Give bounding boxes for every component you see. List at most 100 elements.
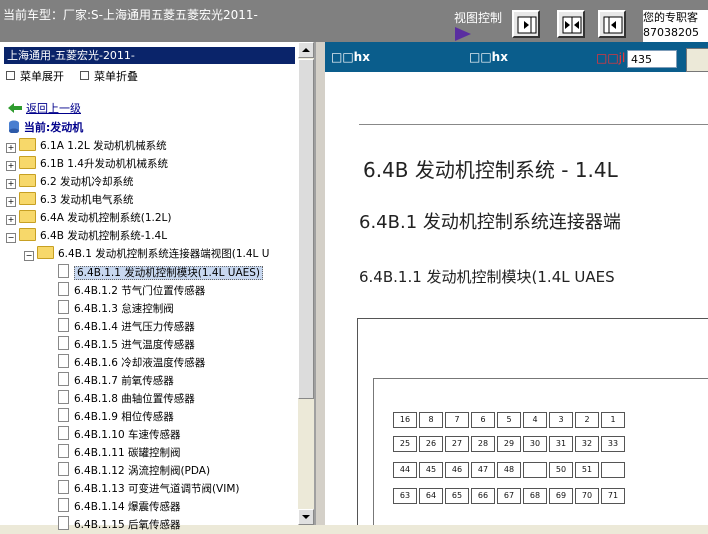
tree-item-6-4b-1-7[interactable]: 6.4B.1.7 前氧传感器: [58, 370, 174, 388]
connector-pin: 64: [419, 488, 443, 504]
tree-item-6-4b-1-4[interactable]: 6.4B.1.4 进气压力传感器: [58, 316, 195, 334]
back-link[interactable]: 返回上一级: [26, 102, 81, 115]
open-folder-icon: [19, 228, 36, 241]
tree-item-6-4b-1-11[interactable]: 6.4B.1.11 碳罐控制阀: [58, 442, 180, 460]
folder-icon: [19, 210, 36, 223]
go-button[interactable]: [686, 48, 708, 72]
connector-pin: 2: [575, 412, 599, 428]
tree-item-6-4b-1-10[interactable]: 6.4B.1.10 车速传感器: [58, 424, 180, 442]
scroll-up-icon: [302, 48, 310, 52]
tree-item-6-4b[interactable]: −6.4B 发动机控制系统-1.4L: [6, 226, 167, 244]
folder-icon: [19, 138, 36, 151]
tab-1[interactable]: □□hx: [331, 50, 370, 64]
tree-item-6-4b-1-9[interactable]: 6.4B.1.9 相位传感器: [58, 406, 174, 424]
vehicle-title: 当前车型：厂家:S-上海通用五菱五菱宏光2011-: [3, 8, 258, 22]
page-icon: [58, 498, 69, 512]
tree-item-6-4b-1-12[interactable]: 6.4B.1.12 涡流控制阀(PDA): [58, 460, 210, 478]
page-icon: [58, 480, 69, 494]
expand-menu-label: 菜单展开: [20, 70, 64, 83]
view-control-label: 视图控制: [454, 11, 503, 25]
expand-left-panel-button[interactable]: [598, 10, 626, 38]
tree-item-6-4b-1-8[interactable]: 6.4B.1.8 曲轴位置传感器: [58, 388, 195, 406]
doc-heading-3: 6.4B.1.1 发动机控制模块(1.4L UAES: [359, 268, 615, 286]
document-toolbar: □□hx □□hx □□jl: [325, 42, 708, 72]
connector-pin: [523, 462, 547, 478]
connector-pin: 1: [601, 412, 625, 428]
service-phone: 87038205: [643, 26, 699, 39]
scroll-down-button[interactable]: [298, 509, 314, 525]
page-icon: [58, 318, 69, 332]
current-label: 当前:发动机: [23, 121, 84, 134]
connector-pin: 3: [549, 412, 573, 428]
connector-pin: 50: [549, 462, 573, 478]
connector-pin: 71: [601, 488, 625, 504]
tree-item-6-4b-1-6[interactable]: 6.4B.1.6 冷却液温度传感器: [58, 352, 205, 370]
tree-item-6-4b-1-2[interactable]: 6.4B.1.2 节气门位置传感器: [58, 280, 205, 298]
connector-pin: 7: [445, 412, 469, 428]
connector-pin: 5: [497, 412, 521, 428]
page-icon: [58, 282, 69, 296]
page-icon: [58, 336, 69, 350]
tree-scrollbar[interactable]: [298, 42, 314, 525]
doc-heading-2: 6.4B.1 发动机控制系统连接器端: [359, 212, 621, 233]
doc-heading-1: 6.4B 发动机控制系统 - 1.4L: [363, 158, 618, 182]
tree-item-6-4b-1-5[interactable]: 6.4B.1.5 进气温度传感器: [58, 334, 195, 352]
tree-item-6-1a[interactable]: +6.1A 1.2L 发动机机械系统: [6, 136, 167, 154]
connector-pin: 66: [471, 488, 495, 504]
tree-item-6-4b-1-1[interactable]: 6.4B.1.1 发动机控制模块(1.4L UAES): [58, 262, 264, 280]
connector-pin: 8: [419, 412, 443, 428]
connector-pin: 67: [497, 488, 521, 504]
scroll-thumb[interactable]: [298, 59, 314, 399]
document-view: 6.4B 发动机控制系统 - 1.4L 6.4B.1 发动机控制系统连接器端 6…: [325, 72, 708, 525]
panel-left-arrow-icon: [603, 16, 623, 34]
expand-menu-button[interactable]: 菜单展开: [6, 68, 64, 84]
page-icon: [58, 408, 69, 422]
connector-pin: [601, 462, 625, 478]
service-text: 您的专职客: [643, 11, 698, 24]
square-icon: [80, 71, 89, 80]
tree-item-6-4b-1-15[interactable]: 6.4B.1.15 后氧传感器: [58, 514, 180, 532]
split-view-button[interactable]: [557, 10, 585, 38]
page-number-input[interactable]: [627, 50, 677, 68]
tree-item-6-1b[interactable]: +6.1B 1.4升发动机机械系统: [6, 154, 168, 172]
back-link-row[interactable]: 返回上一级: [8, 100, 81, 116]
page-icon: [58, 372, 69, 386]
connector-pin: 30: [523, 436, 547, 452]
tree-item-6-2[interactable]: +6.2 发动机冷却系统: [6, 172, 134, 190]
connector-pin: 68: [523, 488, 547, 504]
service-contact: 您的专职客 87038205: [643, 10, 708, 42]
tree-item-6-4b-1-14[interactable]: 6.4B.1.14 爆震传感器: [58, 496, 180, 514]
page-icon: [58, 426, 69, 440]
connector-pin: 31: [549, 436, 573, 452]
collapse-menu-button[interactable]: 菜单折叠: [80, 68, 138, 84]
page-icon: [58, 462, 69, 476]
navigation-panel: 上海通用-五菱宏光-2011- 菜单展开 菜单折叠 返回上一级 当前:发动机 +…: [0, 42, 316, 531]
current-location: 当前:发动机: [8, 119, 83, 135]
collapse-menu-label: 菜单折叠: [94, 70, 138, 83]
tree-item-6-4b-1-13[interactable]: 6.4B.1.13 可变进气道调节阀(VIM): [58, 478, 240, 496]
tree-item-6-4b-1-3[interactable]: 6.4B.1.3 怠速控制阀: [58, 298, 174, 316]
connector-pin: 6: [471, 412, 495, 428]
connector-pin: 28: [471, 436, 495, 452]
scroll-down-icon: [302, 515, 310, 519]
tab-2[interactable]: □□hx: [469, 50, 508, 64]
connector-pin: 51: [575, 462, 599, 478]
folder-icon: [19, 174, 36, 187]
database-icon: [9, 120, 19, 134]
connector-pin: 33: [601, 436, 625, 452]
back-arrow-icon: [8, 103, 22, 113]
connector-pin: 29: [497, 436, 521, 452]
connector-pin: 25: [393, 436, 417, 452]
tree-item-6-4a[interactable]: +6.4A 发动机控制系统(1.2L): [6, 208, 171, 226]
flag-icon: [455, 27, 471, 41]
panel-right-arrow-icon: [517, 16, 537, 34]
panel-splitter[interactable]: [316, 42, 325, 525]
connector-pin: 4: [523, 412, 547, 428]
page-icon: [58, 354, 69, 368]
page-icon: [58, 390, 69, 404]
scroll-up-button[interactable]: [298, 42, 314, 58]
connector-pin: 69: [549, 488, 573, 504]
tree-item-6-3[interactable]: +6.3 发动机电气系统: [6, 190, 134, 208]
tree-item-6-4b-1[interactable]: −6.4B.1 发动机控制系统连接器端视图(1.4L U: [24, 244, 269, 262]
collapse-left-panel-button[interactable]: [512, 10, 540, 38]
